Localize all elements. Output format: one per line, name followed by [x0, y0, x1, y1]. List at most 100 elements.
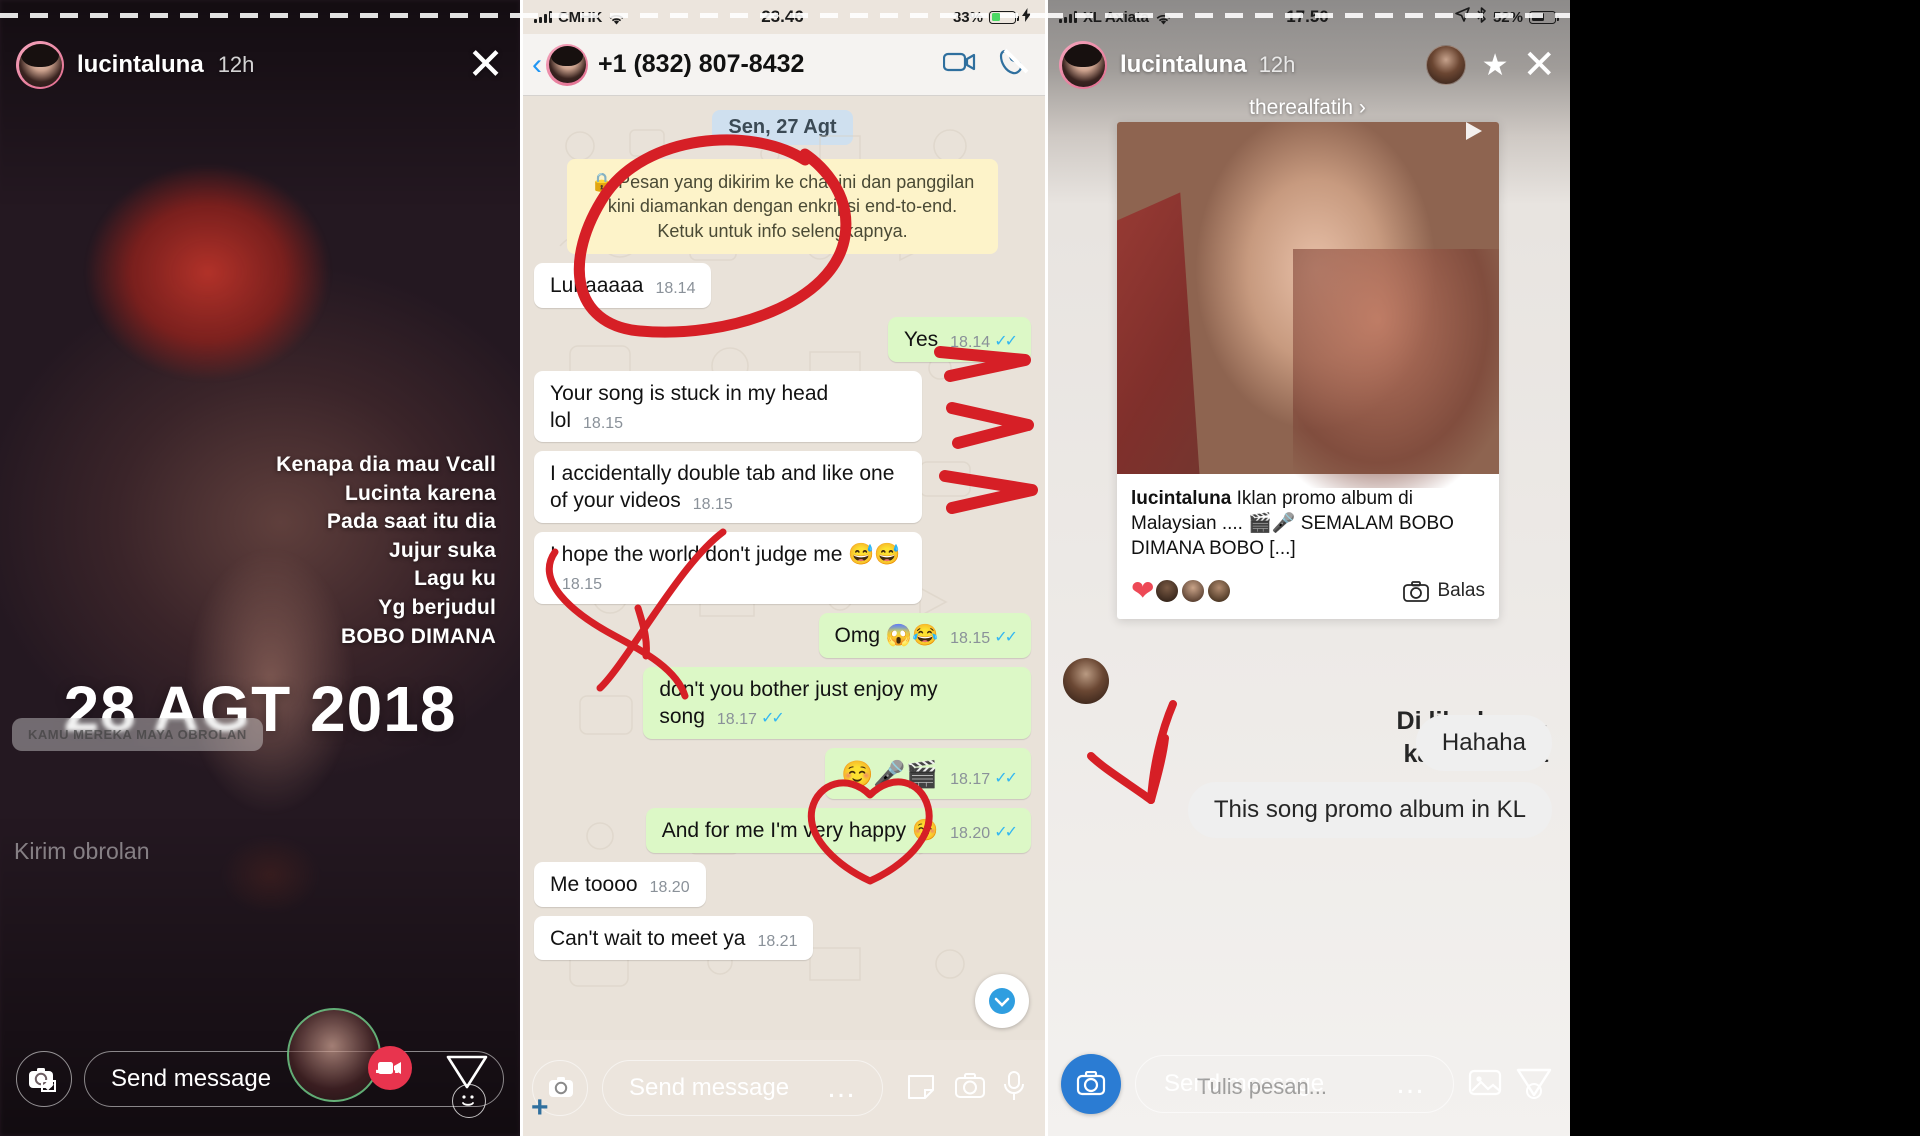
statusbar-dash-overlay: [1045, 13, 1570, 18]
send-message-placeholder: Send message: [629, 1074, 790, 1101]
second-username-row[interactable]: therealfatih ›: [1045, 96, 1570, 120]
message-time: 18.20: [950, 825, 991, 843]
camera-icon[interactable]: [16, 1051, 72, 1107]
whatsapp-root: CMHK 23.46 33% ‹ +1 (832) 8: [520, 0, 1045, 1136]
whatsapp-message-list[interactable]: Sen, 27 Agt 🔒 Pesan yang dikirim ke chat…: [520, 96, 1045, 1040]
message-time: 18.15: [692, 495, 733, 513]
paper-plane-icon[interactable]: [1514, 1064, 1554, 1105]
message-bubble[interactable]: Can't wait to meet ya 18.21: [534, 915, 814, 961]
read-receipt-icon: ✓✓: [994, 628, 1018, 646]
e2e-encryption-notice[interactable]: 🔒 Pesan yang dikirim ke chat ini dan pan…: [567, 159, 998, 254]
panel-instagram-dm: XL Axiata 17.50 52% lucintaluna 12: [1045, 0, 1570, 1136]
avatar[interactable]: [1059, 41, 1107, 89]
panel-divider: [1045, 0, 1048, 1136]
post-actions-row: ❤ Balas: [1117, 571, 1499, 619]
three-panel-collage: lucintaluna 12h ✕ Kenapa dia mau Vcall L…: [0, 0, 1920, 1136]
story-caption-block: Kenapa dia mau Vcall Lucinta karena Pada…: [276, 452, 496, 652]
phone-call-icon[interactable]: [999, 47, 1033, 82]
story-username[interactable]: lucintaluna: [77, 51, 204, 79]
chat-sticker[interactable]: KAMU MEREKA MAYA OBROLAN: [12, 718, 263, 751]
caption-line: BOBO DIMANA: [340, 624, 496, 648]
message-time: 18.20: [649, 879, 690, 897]
message-time: 18.15: [583, 414, 624, 432]
reply-button[interactable]: Balas: [1403, 580, 1485, 602]
panel-instagram-story: lucintaluna 12h ✕ Kenapa dia mau Vcall L…: [0, 0, 520, 1136]
message-bubble[interactable]: And for me I'm very happy ☺️ 18.20 ✓✓: [645, 807, 1031, 853]
sticker-icon[interactable]: [905, 1070, 937, 1107]
whatsapp-footer: + Send message …: [520, 1040, 1045, 1136]
message-bubble[interactable]: Lunaaaaa 18.14: [534, 262, 712, 308]
post-media[interactable]: [1117, 122, 1499, 489]
send-message-input[interactable]: Send message …: [602, 1060, 883, 1116]
chevron-down-icon[interactable]: [975, 974, 1029, 1028]
liker-avatar: [1206, 578, 1233, 605]
dm-timestamp: 12h: [1258, 52, 1296, 77]
back-chevron-icon[interactable]: ‹: [532, 49, 542, 79]
read-receipt-icon: ✓✓: [994, 332, 1018, 350]
message-bubble[interactable]: ☺️🎤🎬 18.17 ✓✓: [825, 747, 1031, 799]
close-icon[interactable]: ✕: [467, 42, 504, 86]
star-icon[interactable]: ★: [1482, 48, 1509, 83]
read-receipt-icon: ✓✓: [994, 769, 1018, 787]
send-message-placeholder: Send message: [111, 1065, 272, 1092]
caption-line: Lucinta karena: [344, 481, 496, 505]
post-caption: lucintaluna Iklan promo album di Malaysi…: [1117, 474, 1499, 571]
story-header: lucintaluna 12h ✕: [0, 34, 520, 96]
contact-avatar[interactable]: [546, 43, 588, 86]
sender-avatar: [1063, 658, 1109, 704]
message-bubble[interactable]: This song promo album in KL: [1187, 782, 1552, 838]
liker-avatar: [1180, 578, 1207, 605]
message-bubble[interactable]: don't you bother just enjoy my song 18.17…: [643, 666, 1031, 739]
caption-line: Pada saat itu dia: [326, 510, 496, 534]
message-bubble[interactable]: Your song is stuck in my head lol 18.15: [534, 370, 922, 443]
message-time: 18.14: [655, 280, 696, 298]
avatar[interactable]: [16, 41, 64, 89]
close-icon[interactable]: ✕: [1522, 45, 1556, 85]
kirim-obrolan-label: Kirim obrolan: [14, 838, 150, 864]
second-user-avatar[interactable]: [1425, 45, 1466, 85]
contact-phone-number: +1 (832) 807-8432: [598, 50, 805, 78]
chevron-right-icon: ›: [1358, 96, 1366, 119]
message-time: 18.17: [950, 771, 991, 789]
message-bubble[interactable]: Yes 18.14 ✓✓: [887, 316, 1031, 362]
message-bubble[interactable]: Omg 😱😂 18.15 ✓✓: [818, 612, 1031, 658]
read-receipt-icon: ✓✓: [760, 709, 785, 727]
story-progress-bar: [0, 13, 520, 18]
panel-whatsapp-chat: CMHK 23.46 33% ‹ +1 (832) 8: [520, 0, 1045, 1136]
message-time: 18.15: [950, 630, 991, 648]
message-bubble[interactable]: I accidentally double tab and like one o…: [534, 451, 922, 524]
shared-post-card[interactable]: lucintaluna Iklan promo album di Malaysi…: [1117, 122, 1499, 620]
camera-icon[interactable]: [953, 1072, 987, 1105]
gallery-icon[interactable]: [1468, 1067, 1502, 1102]
live-video-bubble[interactable]: [287, 1008, 381, 1102]
panel-divider: [520, 0, 523, 1136]
message-time: 18.14: [950, 334, 991, 352]
message-time: 18.21: [757, 932, 798, 950]
message-bubble[interactable]: Me toooo 18.20: [534, 861, 706, 907]
message-bubble[interactable]: Hahaha: [1415, 715, 1552, 771]
heart-filled-icon[interactable]: ❤: [1131, 577, 1154, 605]
smiley-icon[interactable]: [452, 1084, 486, 1118]
dm-header: lucintaluna 12h ★ ✕: [1045, 34, 1570, 96]
story-footer: Send message: [0, 1044, 520, 1114]
dm-username[interactable]: lucintaluna: [1120, 51, 1247, 79]
tulis-pesan-placeholder: Tulis pesan...: [1197, 1074, 1328, 1099]
message-time: 18.15: [562, 576, 603, 594]
camera-icon[interactable]: [1061, 1054, 1121, 1114]
caption-line: Jujur suka: [388, 538, 496, 562]
post-author[interactable]: lucintaluna: [1131, 488, 1231, 509]
camera-icon: [1403, 580, 1430, 602]
statusbar-dash-overlay: [520, 13, 1045, 18]
liker-avatar: [1154, 578, 1181, 605]
play-triangle-icon: [1455, 122, 1489, 153]
caption-line: Yg berjudul: [378, 596, 496, 620]
microphone-icon[interactable]: [1003, 1070, 1025, 1107]
camera-icon[interactable]: +: [531, 1060, 588, 1123]
message-time: 18.17: [716, 711, 757, 729]
whatsapp-header: ‹ +1 (832) 807-8432: [520, 34, 1045, 96]
plus-icon[interactable]: +: [531, 1093, 549, 1123]
caption-line: Kenapa dia mau Vcall: [276, 453, 496, 476]
video-call-icon[interactable]: [942, 50, 977, 79]
message-bubble[interactable]: I hope the world don't judge me 😅😅18.15: [534, 532, 922, 604]
caption-line: Lagu ku: [414, 567, 496, 591]
